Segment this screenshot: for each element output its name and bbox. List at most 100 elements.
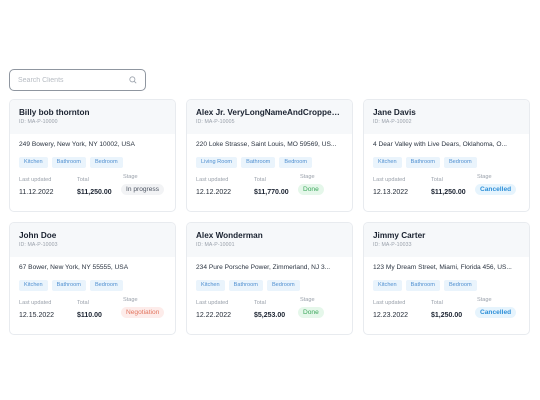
client-name[interactable]: Alex Wonderman (196, 231, 343, 240)
client-card[interactable]: Alex Wonderman ID: MA-P-10001 234 Pure Por… (186, 222, 353, 335)
last-updated-label: Last updated (19, 177, 52, 183)
stage-label: Stage (123, 297, 138, 303)
last-updated: Last updated 11.12.2022 (19, 177, 77, 198)
total-value: $1,250.00 (431, 312, 463, 319)
client-card[interactable]: Alex Jr. VeryLongNameAndCroppedF... ID: M… (186, 99, 353, 212)
total-label: Total (77, 177, 89, 183)
search-box[interactable] (9, 69, 146, 91)
stage: Stage Done (298, 174, 324, 198)
card-header: Alex Jr. VeryLongNameAndCroppedF... ID: M… (187, 100, 352, 134)
room-tag: Kitchen (373, 280, 402, 291)
client-name[interactable]: Jane Davis (373, 108, 520, 117)
client-address: 4 Dear Valley with Live Dears, Oklahoma,… (373, 141, 508, 148)
room-tag: Kitchen (19, 157, 48, 168)
client-address: 67 Bower, New York, NY 55555, USA (19, 264, 129, 271)
client-card[interactable]: John Doe ID: MA-P-10003 67 Bower, New York… (9, 222, 176, 335)
last-updated-label: Last updated (19, 300, 52, 306)
card-meta: Last updated 12.12.2022 Total $11,770.00 Sta… (187, 174, 352, 198)
client-name[interactable]: Billy bob thornton (19, 108, 166, 117)
client-name[interactable]: Alex Jr. VeryLongNameAndCroppedF... (196, 108, 343, 117)
room-tags: Living Room Bathroom Bedroom (187, 157, 352, 168)
last-updated: Last updated 12.22.2022 (196, 300, 254, 321)
stage-badge: Cancelled (475, 307, 517, 318)
client-id: ID: MA-P-10002 (373, 119, 412, 125)
stage-label: Stage (477, 174, 492, 180)
total: Total $11,250.00 (431, 177, 475, 198)
client-address: 234 Pure Porsche Power, Zimmerland, NJ 3… (196, 264, 331, 271)
client-card-grid: Billy bob thornton ID: MA-P-10000 249 Bowe… (9, 99, 531, 335)
room-tag: Kitchen (373, 157, 402, 168)
stage-label: Stage (123, 174, 138, 180)
room-tags: Kitchen Bathroom Bedroom (187, 280, 352, 291)
total: Total $11,770.00 (254, 177, 298, 198)
client-card[interactable]: Billy bob thornton ID: MA-P-10000 249 Bowe… (9, 99, 176, 212)
card-meta: Last updated 11.12.2022 Total $11,250.00 Sta… (10, 174, 175, 198)
total: Total $5,253.00 (254, 300, 298, 321)
room-tag: Kitchen (19, 280, 48, 291)
last-updated: Last updated 12.13.2022 (373, 177, 431, 198)
stage-badge: Done (298, 184, 324, 195)
client-address: 220 Loke Strasse, Saint Louis, MO 59569,… (196, 141, 337, 148)
room-tags: Kitchen Bathroom Bedroom (364, 157, 529, 168)
client-name[interactable]: Jimmy Carter (373, 231, 520, 240)
search-icon[interactable] (128, 76, 137, 85)
last-updated: Last updated 12.23.2022 (373, 300, 431, 321)
stage-badge: In progress (121, 184, 164, 195)
room-tag: Bathroom (405, 280, 440, 291)
room-tags: Kitchen Bathroom Bedroom (10, 280, 175, 291)
card-meta: Last updated 12.13.2022 Total $11,250.00 Sta… (364, 174, 529, 198)
client-id: ID: MA-P-10000 (19, 119, 58, 125)
total: Total $1,250.00 (431, 300, 475, 321)
stage: Stage Done (298, 297, 324, 321)
search-input[interactable] (18, 76, 128, 84)
total-value: $11,250.00 (431, 189, 466, 196)
card-header: Billy bob thornton ID: MA-P-10000 (10, 100, 175, 134)
room-tags: Kitchen Bathroom Bedroom (364, 280, 529, 291)
room-tag: Bedroom (89, 280, 123, 291)
last-updated-value: 12.15.2022 (19, 312, 55, 319)
stage-badge: Cancelled (475, 184, 517, 195)
client-id: ID: MA-P-10033 (373, 242, 412, 248)
total: Total $11,250.00 (77, 177, 121, 198)
last-updated-value: 12.12.2022 (196, 189, 232, 196)
last-updated-value: 11.12.2022 (19, 189, 54, 196)
room-tag: Living Room (196, 157, 238, 168)
room-tag: Bathroom (51, 280, 86, 291)
last-updated-label: Last updated (373, 177, 406, 183)
last-updated: Last updated 12.12.2022 (196, 177, 254, 198)
last-updated-label: Last updated (196, 177, 229, 183)
client-card[interactable]: Jimmy Carter ID: MA-P-10033 123 My Dream S… (363, 222, 530, 335)
total-label: Total (77, 300, 89, 306)
card-meta: Last updated 12.22.2022 Total $5,253.00 Stag… (187, 297, 352, 321)
total-label: Total (431, 300, 443, 306)
client-card[interactable]: Jane Davis ID: MA-P-10002 4 Dear Valley wi… (363, 99, 530, 212)
total-value: $11,770.00 (254, 189, 289, 196)
room-tag: Bedroom (443, 280, 477, 291)
last-updated-label: Last updated (373, 300, 406, 306)
stage-label: Stage (300, 174, 315, 180)
stage: Stage Cancelled (475, 174, 517, 198)
client-id: ID: MA-P-10001 (196, 242, 235, 248)
stage: Stage Negotiation (121, 297, 165, 321)
client-name[interactable]: John Doe (19, 231, 166, 240)
room-tag: Bathroom (405, 157, 440, 168)
stage-badge: Done (298, 307, 324, 318)
last-updated-value: 12.23.2022 (373, 312, 409, 319)
client-id: ID: MA-P-10003 (19, 242, 58, 248)
stage: Stage Cancelled (475, 297, 517, 321)
room-tag: Bathroom (51, 157, 86, 168)
card-header: Jane Davis ID: MA-P-10002 (364, 100, 529, 134)
room-tag: Kitchen (196, 280, 225, 291)
total-label: Total (254, 300, 266, 306)
client-id: ID: MA-P-10005 (196, 119, 235, 125)
room-tags: Kitchen Bathroom Bedroom (10, 157, 175, 168)
card-header: Jimmy Carter ID: MA-P-10033 (364, 223, 529, 257)
card-header: Alex Wonderman ID: MA-P-10001 (187, 223, 352, 257)
card-meta: Last updated 12.23.2022 Total $1,250.00 Stag… (364, 297, 529, 321)
total: Total $110.00 (77, 300, 121, 321)
room-tag: Bedroom (279, 157, 313, 168)
total-value: $110.00 (77, 312, 102, 319)
stage: Stage In progress (121, 174, 164, 198)
last-updated-value: 12.13.2022 (373, 189, 409, 196)
total-label: Total (431, 177, 443, 183)
